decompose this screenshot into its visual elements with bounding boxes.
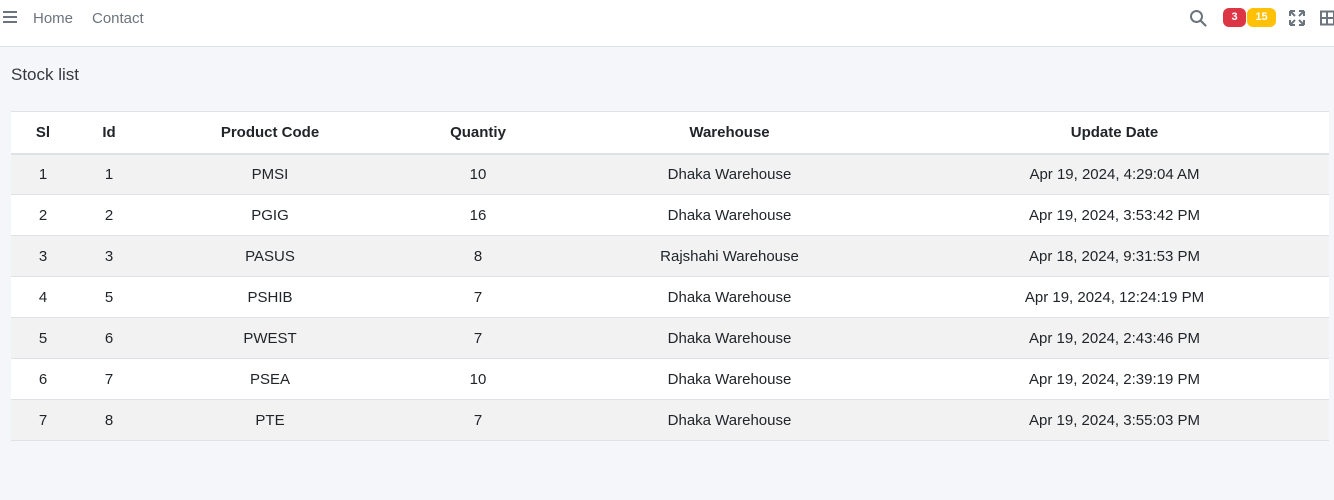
cell-quantity: 8 <box>397 235 559 277</box>
cell-id: 7 <box>75 358 143 400</box>
table-row: 4 5 PSHIB 7 Dhaka Warehouse Apr 19, 2024… <box>11 276 1329 318</box>
cell-warehouse: Dhaka Warehouse <box>559 153 900 195</box>
table-row: 6 7 PSEA 10 Dhaka Warehouse Apr 19, 2024… <box>11 358 1329 400</box>
cell-sl: 3 <box>11 235 75 277</box>
cell-sl: 2 <box>11 194 75 236</box>
stock-table: Sl Id Product Code Quantiy Warehouse Upd… <box>11 111 1329 441</box>
cell-quantity: 10 <box>397 153 559 195</box>
cell-id: 6 <box>75 317 143 359</box>
cell-sl: 7 <box>11 399 75 441</box>
cell-id: 8 <box>75 399 143 441</box>
table-header-row: Sl Id Product Code Quantiy Warehouse Upd… <box>11 111 1329 155</box>
notification-badge-red[interactable]: 3 <box>1223 8 1246 27</box>
cell-product-code: PWEST <box>143 317 397 359</box>
cell-id: 2 <box>75 194 143 236</box>
cell-update-date: Apr 19, 2024, 4:29:04 AM <box>900 153 1329 195</box>
cell-update-date: Apr 19, 2024, 3:55:03 PM <box>900 399 1329 441</box>
cell-product-code: PMSI <box>143 153 397 195</box>
cell-update-date: Apr 18, 2024, 9:31:53 PM <box>900 235 1329 277</box>
cell-warehouse: Dhaka Warehouse <box>559 276 900 318</box>
column-header-product-code: Product Code <box>143 111 397 155</box>
notification-badge-yellow[interactable]: 15 <box>1247 8 1276 27</box>
cell-sl: 4 <box>11 276 75 318</box>
cell-update-date: Apr 19, 2024, 2:39:19 PM <box>900 358 1329 400</box>
table-row: 1 1 PMSI 10 Dhaka Warehouse Apr 19, 2024… <box>11 153 1329 195</box>
nav-link-home[interactable]: Home <box>33 10 73 27</box>
cell-warehouse: Dhaka Warehouse <box>559 317 900 359</box>
column-header-warehouse: Warehouse <box>559 111 900 155</box>
cell-product-code: PASUS <box>143 235 397 277</box>
table-row: 5 6 PWEST 7 Dhaka Warehouse Apr 19, 2024… <box>11 317 1329 359</box>
cell-quantity: 7 <box>397 317 559 359</box>
column-header-update-date: Update Date <box>900 111 1329 155</box>
cell-id: 1 <box>75 153 143 195</box>
cell-product-code: PSHIB <box>143 276 397 318</box>
cell-sl: 6 <box>11 358 75 400</box>
table-row: 2 2 PGIG 16 Dhaka Warehouse Apr 19, 2024… <box>11 194 1329 236</box>
hamburger-menu-icon[interactable] <box>3 11 18 24</box>
cell-warehouse: Dhaka Warehouse <box>559 194 900 236</box>
cell-product-code: PSEA <box>143 358 397 400</box>
cell-sl: 1 <box>11 153 75 195</box>
nav-link-contact[interactable]: Contact <box>92 10 144 27</box>
column-header-sl: Sl <box>11 111 75 155</box>
table-row: 3 3 PASUS 8 Rajshahi Warehouse Apr 18, 2… <box>11 235 1329 277</box>
cell-quantity: 16 <box>397 194 559 236</box>
page-title: Stock list <box>11 65 80 84</box>
column-header-id: Id <box>75 111 143 155</box>
cell-quantity: 10 <box>397 358 559 400</box>
layout-grid-icon[interactable] <box>1320 10 1334 26</box>
search-icon[interactable] <box>1189 9 1207 27</box>
cell-quantity: 7 <box>397 399 559 441</box>
cell-sl: 5 <box>11 317 75 359</box>
cell-update-date: Apr 19, 2024, 12:24:19 PM <box>900 276 1329 318</box>
cell-update-date: Apr 19, 2024, 3:53:42 PM <box>900 194 1329 236</box>
column-header-quantity: Quantiy <box>397 111 559 155</box>
cell-update-date: Apr 19, 2024, 2:43:46 PM <box>900 317 1329 359</box>
cell-warehouse: Dhaka Warehouse <box>559 399 900 441</box>
cell-product-code: PTE <box>143 399 397 441</box>
table-row: 7 8 PTE 7 Dhaka Warehouse Apr 19, 2024, … <box>11 399 1329 441</box>
cell-warehouse: Dhaka Warehouse <box>559 358 900 400</box>
cell-warehouse: Rajshahi Warehouse <box>559 235 900 277</box>
cell-id: 3 <box>75 235 143 277</box>
top-navbar: Home Contact 3 15 <box>0 0 1334 47</box>
cell-product-code: PGIG <box>143 194 397 236</box>
cell-id: 5 <box>75 276 143 318</box>
fullscreen-expand-icon[interactable] <box>1289 10 1305 26</box>
cell-quantity: 7 <box>397 276 559 318</box>
